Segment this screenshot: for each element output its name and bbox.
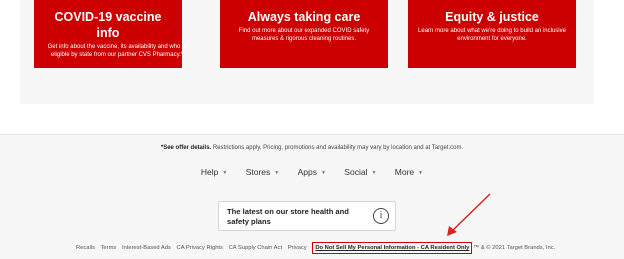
chevron-down-icon: ▼ bbox=[418, 169, 424, 176]
link-ca-supply-chain-act[interactable]: CA Supply Chain Act bbox=[229, 245, 283, 251]
card-text: Learn more about what we're doing to bui… bbox=[418, 28, 566, 42]
link-terms[interactable]: Terms bbox=[101, 245, 117, 251]
nav-help[interactable]: Help ▼ bbox=[201, 166, 227, 179]
info-icon: i bbox=[373, 208, 389, 224]
card-text: Find out more about our expanded COVID s… bbox=[238, 28, 370, 42]
nav-social[interactable]: Social ▼ bbox=[344, 166, 376, 179]
card-title: COVID-19 vaccine info bbox=[54, 10, 162, 40]
nav-more[interactable]: More ▼ bbox=[395, 166, 423, 179]
disclaimer-text: Restrictions apply. Pricing, promotions … bbox=[211, 145, 464, 151]
always-taking-care-card[interactable]: Always taking care Find out more about o… bbox=[220, 0, 388, 68]
card-title: Always taking care bbox=[247, 10, 361, 24]
link-recalls[interactable]: Recalls bbox=[76, 245, 95, 251]
copyright: ™ & © 2021 Target Brands, Inc. bbox=[473, 245, 556, 251]
footer-nav: Help ▼ Stores ▼ Apps ▼ Social ▼ More ▼ bbox=[0, 166, 624, 179]
link-interest-based-ads[interactable]: Interest-Based Ads bbox=[122, 245, 171, 251]
footer bbox=[0, 134, 624, 259]
nav-label: Social bbox=[344, 167, 368, 177]
card-title: Equity & justice bbox=[445, 10, 539, 24]
nav-stores[interactable]: Stores ▼ bbox=[246, 166, 280, 179]
covid-vaccine-card[interactable]: COVID-19 vaccine info Get info about the… bbox=[34, 0, 186, 68]
link-ca-privacy-rights[interactable]: CA Privacy Rights bbox=[177, 245, 223, 251]
offer-details-link[interactable]: *See offer details. bbox=[161, 145, 211, 151]
card-text: Get info about the vaccine, its availabi… bbox=[47, 44, 187, 58]
nav-label: Help bbox=[200, 167, 219, 177]
notice-text: The latest on our store health and safet… bbox=[227, 207, 349, 226]
offer-disclaimer: *See offer details. Restrictions apply. … bbox=[0, 144, 624, 152]
legal-links: Recalls Terms Interest-Based Ads CA Priv… bbox=[76, 242, 555, 254]
equity-justice-card[interactable]: Equity & justice Learn more about what w… bbox=[408, 0, 576, 68]
chevron-down-icon: ▼ bbox=[371, 169, 377, 176]
promo-panel: COVID-19 vaccine info Get info about the… bbox=[20, 0, 594, 104]
nav-label: Apps bbox=[297, 167, 317, 177]
chevron-down-icon: ▼ bbox=[320, 169, 326, 176]
link-privacy[interactable]: Privacy bbox=[288, 245, 307, 251]
chevron-down-icon: ▼ bbox=[274, 169, 280, 176]
store-safety-notice[interactable]: The latest on our store health and safet… bbox=[218, 201, 396, 231]
do-not-sell-link[interactable]: Do Not Sell My Personal Information - CA… bbox=[312, 242, 473, 254]
chevron-down-icon: ▼ bbox=[222, 169, 228, 176]
nav-label: Stores bbox=[245, 167, 271, 177]
nav-label: More bbox=[394, 167, 415, 177]
nav-apps[interactable]: Apps ▼ bbox=[298, 166, 326, 179]
